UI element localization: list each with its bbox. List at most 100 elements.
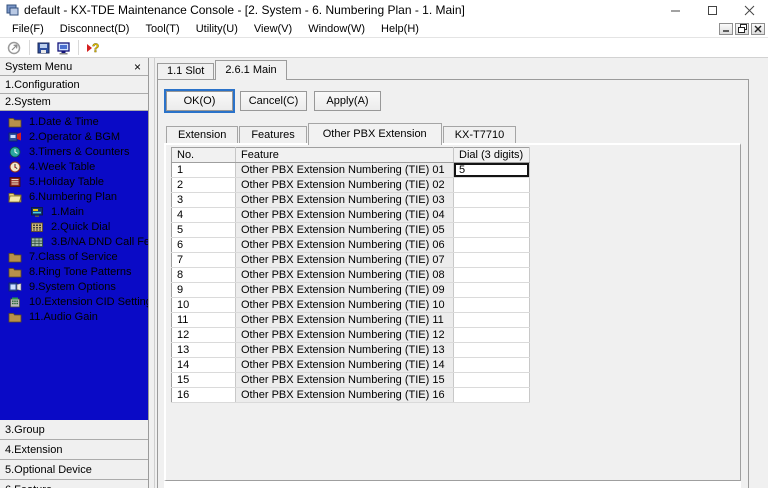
tree-item-1-date-time[interactable]: 1.Date & Time	[0, 114, 148, 129]
table-row: 4Other PBX Extension Numbering (TIE) 04	[172, 208, 530, 223]
sidebar-section-group[interactable]: 3.Group	[0, 420, 148, 440]
feature-name-cell: Other PBX Extension Numbering (TIE) 15	[236, 373, 454, 388]
feature-name-cell: Other PBX Extension Numbering (TIE) 13	[236, 343, 454, 358]
feature-name-cell: Other PBX Extension Numbering (TIE) 10	[236, 298, 454, 313]
feature-tab-bar: Extension Features Other PBX Extension K…	[166, 120, 517, 143]
table-row: 5Other PBX Extension Numbering (TIE) 05	[172, 223, 530, 238]
apply-button[interactable]: Apply(A)	[314, 91, 381, 111]
app-icon	[6, 4, 19, 16]
tab-2-6-1-main[interactable]: 2.6.1 Main	[215, 60, 286, 80]
sidebar-section-system[interactable]: 2.System	[0, 94, 148, 111]
tree-item-label: 5.Holiday Table	[29, 176, 104, 188]
tree-item-3-b-na-dnd-call-feature[interactable]: 3.B/NA DND Call Feature	[0, 234, 148, 249]
minimize-icon[interactable]	[657, 0, 694, 20]
tree-item-2-operator-bgm[interactable]: 2.Operator & BGM	[0, 129, 148, 144]
dial-value-cell[interactable]	[454, 373, 530, 388]
close-icon[interactable]	[731, 0, 768, 20]
cancel-button[interactable]: Cancel(C)	[240, 91, 307, 111]
tree-item-label: 3.Timers & Counters	[29, 146, 129, 158]
tree-item-9-system-options[interactable]: 9.System Options	[0, 279, 148, 294]
table-row: 11Other PBX Extension Numbering (TIE) 11	[172, 313, 530, 328]
tree-item-10-extension-cid-settings[interactable]: 10.Extension CID Settings	[0, 294, 148, 309]
dial-value-cell[interactable]	[454, 343, 530, 358]
pc-monitor-icon[interactable]	[54, 39, 74, 57]
dial-value-cell[interactable]	[454, 313, 530, 328]
table-row: 3Other PBX Extension Numbering (TIE) 03	[172, 193, 530, 208]
menu-tool[interactable]: Tool(T)	[137, 20, 187, 37]
sidebar-splitter[interactable]	[148, 58, 155, 488]
feature-name-cell: Other PBX Extension Numbering (TIE) 05	[236, 223, 454, 238]
row-number-cell: 6	[172, 238, 236, 253]
dial-value-cell[interactable]	[454, 238, 530, 253]
sidebar-section-extension[interactable]: 4.Extension	[0, 440, 148, 460]
feature-name-cell: Other PBX Extension Numbering (TIE) 03	[236, 193, 454, 208]
row-number-cell: 11	[172, 313, 236, 328]
sidebar-section-optional-device[interactable]: 5.Optional Device	[0, 460, 148, 480]
sidebar-section-feature[interactable]: 6.Feature	[0, 480, 148, 488]
feature-name-cell: Other PBX Extension Numbering (TIE) 01	[236, 163, 454, 178]
menu-window[interactable]: Window(W)	[300, 20, 373, 37]
tree-item-1-main[interactable]: 1.Main	[0, 204, 148, 219]
cid-icon	[8, 296, 24, 308]
dial-value-cell[interactable]	[454, 328, 530, 343]
tree-item-5-holiday-table[interactable]: 5.Holiday Table	[0, 174, 148, 189]
system-tree-panel: 1.Date & Time2.Operator & BGM 3.Timers & …	[0, 111, 148, 420]
tree-item-7-class-of-service[interactable]: 7.Class of Service	[0, 249, 148, 264]
table-row: 16Other PBX Extension Numbering (TIE) 16	[172, 388, 530, 403]
menu-utility[interactable]: Utility(U)	[188, 20, 246, 37]
header-dial: Dial (3 digits)	[454, 148, 530, 163]
dial-value-cell-selected[interactable]: 5	[454, 163, 530, 178]
tree-item-2-quick-dial[interactable]: 2.Quick Dial	[0, 219, 148, 234]
dial-value-cell[interactable]	[454, 178, 530, 193]
table-row: 1Other PBX Extension Numbering (TIE) 015	[172, 163, 530, 178]
mdi-restore-icon[interactable]	[735, 23, 749, 35]
folder-icon	[8, 116, 24, 128]
row-number-cell: 10	[172, 298, 236, 313]
dial-value-cell[interactable]	[454, 193, 530, 208]
timers-icon	[8, 146, 24, 158]
menu-help[interactable]: Help(H)	[373, 20, 427, 37]
mdi-close-icon[interactable]	[751, 23, 765, 35]
toolbar-separator	[78, 40, 79, 55]
tab-other-pbx-extension[interactable]: Other PBX Extension	[308, 123, 442, 145]
menu-file[interactable]: File(F)	[4, 20, 52, 37]
tree-item-6-numbering-plan[interactable]: 6.Numbering Plan	[0, 189, 148, 204]
operator-icon	[8, 131, 24, 143]
tab-kx-t7710[interactable]: KX-T7710	[443, 126, 517, 143]
connect-icon[interactable]	[5, 39, 25, 57]
tab-features[interactable]: Features	[239, 126, 306, 143]
menu-view[interactable]: View(V)	[246, 20, 300, 37]
menu-bar: File(F) Disconnect(D) Tool(T) Utility(U)…	[0, 20, 768, 38]
feature-name-cell: Other PBX Extension Numbering (TIE) 09	[236, 283, 454, 298]
dial-value-cell[interactable]	[454, 358, 530, 373]
dial-value-cell[interactable]	[454, 388, 530, 403]
table-row: 14Other PBX Extension Numbering (TIE) 14	[172, 358, 530, 373]
dial-value-cell[interactable]	[454, 253, 530, 268]
context-help-icon[interactable]: ?	[83, 39, 103, 57]
toolbar-separator	[29, 40, 30, 55]
tree-item-3-timers-counters[interactable]: 3.Timers & Counters	[0, 144, 148, 159]
main-work-area: 1.1 Slot 2.6.1 Main OK(O) Cancel(C) Appl…	[155, 58, 768, 488]
sidebar-close-icon[interactable]: ×	[132, 62, 143, 72]
dial-value-cell[interactable]	[454, 298, 530, 313]
dial-value-cell[interactable]	[454, 208, 530, 223]
tree-item-8-ring-tone-patterns[interactable]: 8.Ring Tone Patterns	[0, 264, 148, 279]
maximize-icon[interactable]	[694, 0, 731, 20]
toolbar: ?	[0, 38, 768, 58]
ok-button[interactable]: OK(O)	[166, 91, 233, 111]
dial-value-cell[interactable]	[454, 268, 530, 283]
menu-disconnect[interactable]: Disconnect(D)	[52, 20, 138, 37]
tree-item-label: 7.Class of Service	[29, 251, 118, 263]
tree-item-label: 8.Ring Tone Patterns	[29, 266, 132, 278]
row-number-cell: 2	[172, 178, 236, 193]
tab-extension[interactable]: Extension	[166, 126, 238, 143]
dial-value-cell[interactable]	[454, 223, 530, 238]
tree-item-11-audio-gain[interactable]: 11.Audio Gain	[0, 309, 148, 324]
tree-item-4-week-table[interactable]: 4.Week Table	[0, 159, 148, 174]
options-icon	[8, 281, 24, 293]
save-pc-icon[interactable]	[34, 39, 54, 57]
mdi-minimize-icon[interactable]	[719, 23, 733, 35]
tab-1-1-slot[interactable]: 1.1 Slot	[157, 63, 214, 79]
sidebar-section-configuration[interactable]: 1.Configuration	[0, 76, 148, 94]
dial-value-cell[interactable]	[454, 283, 530, 298]
